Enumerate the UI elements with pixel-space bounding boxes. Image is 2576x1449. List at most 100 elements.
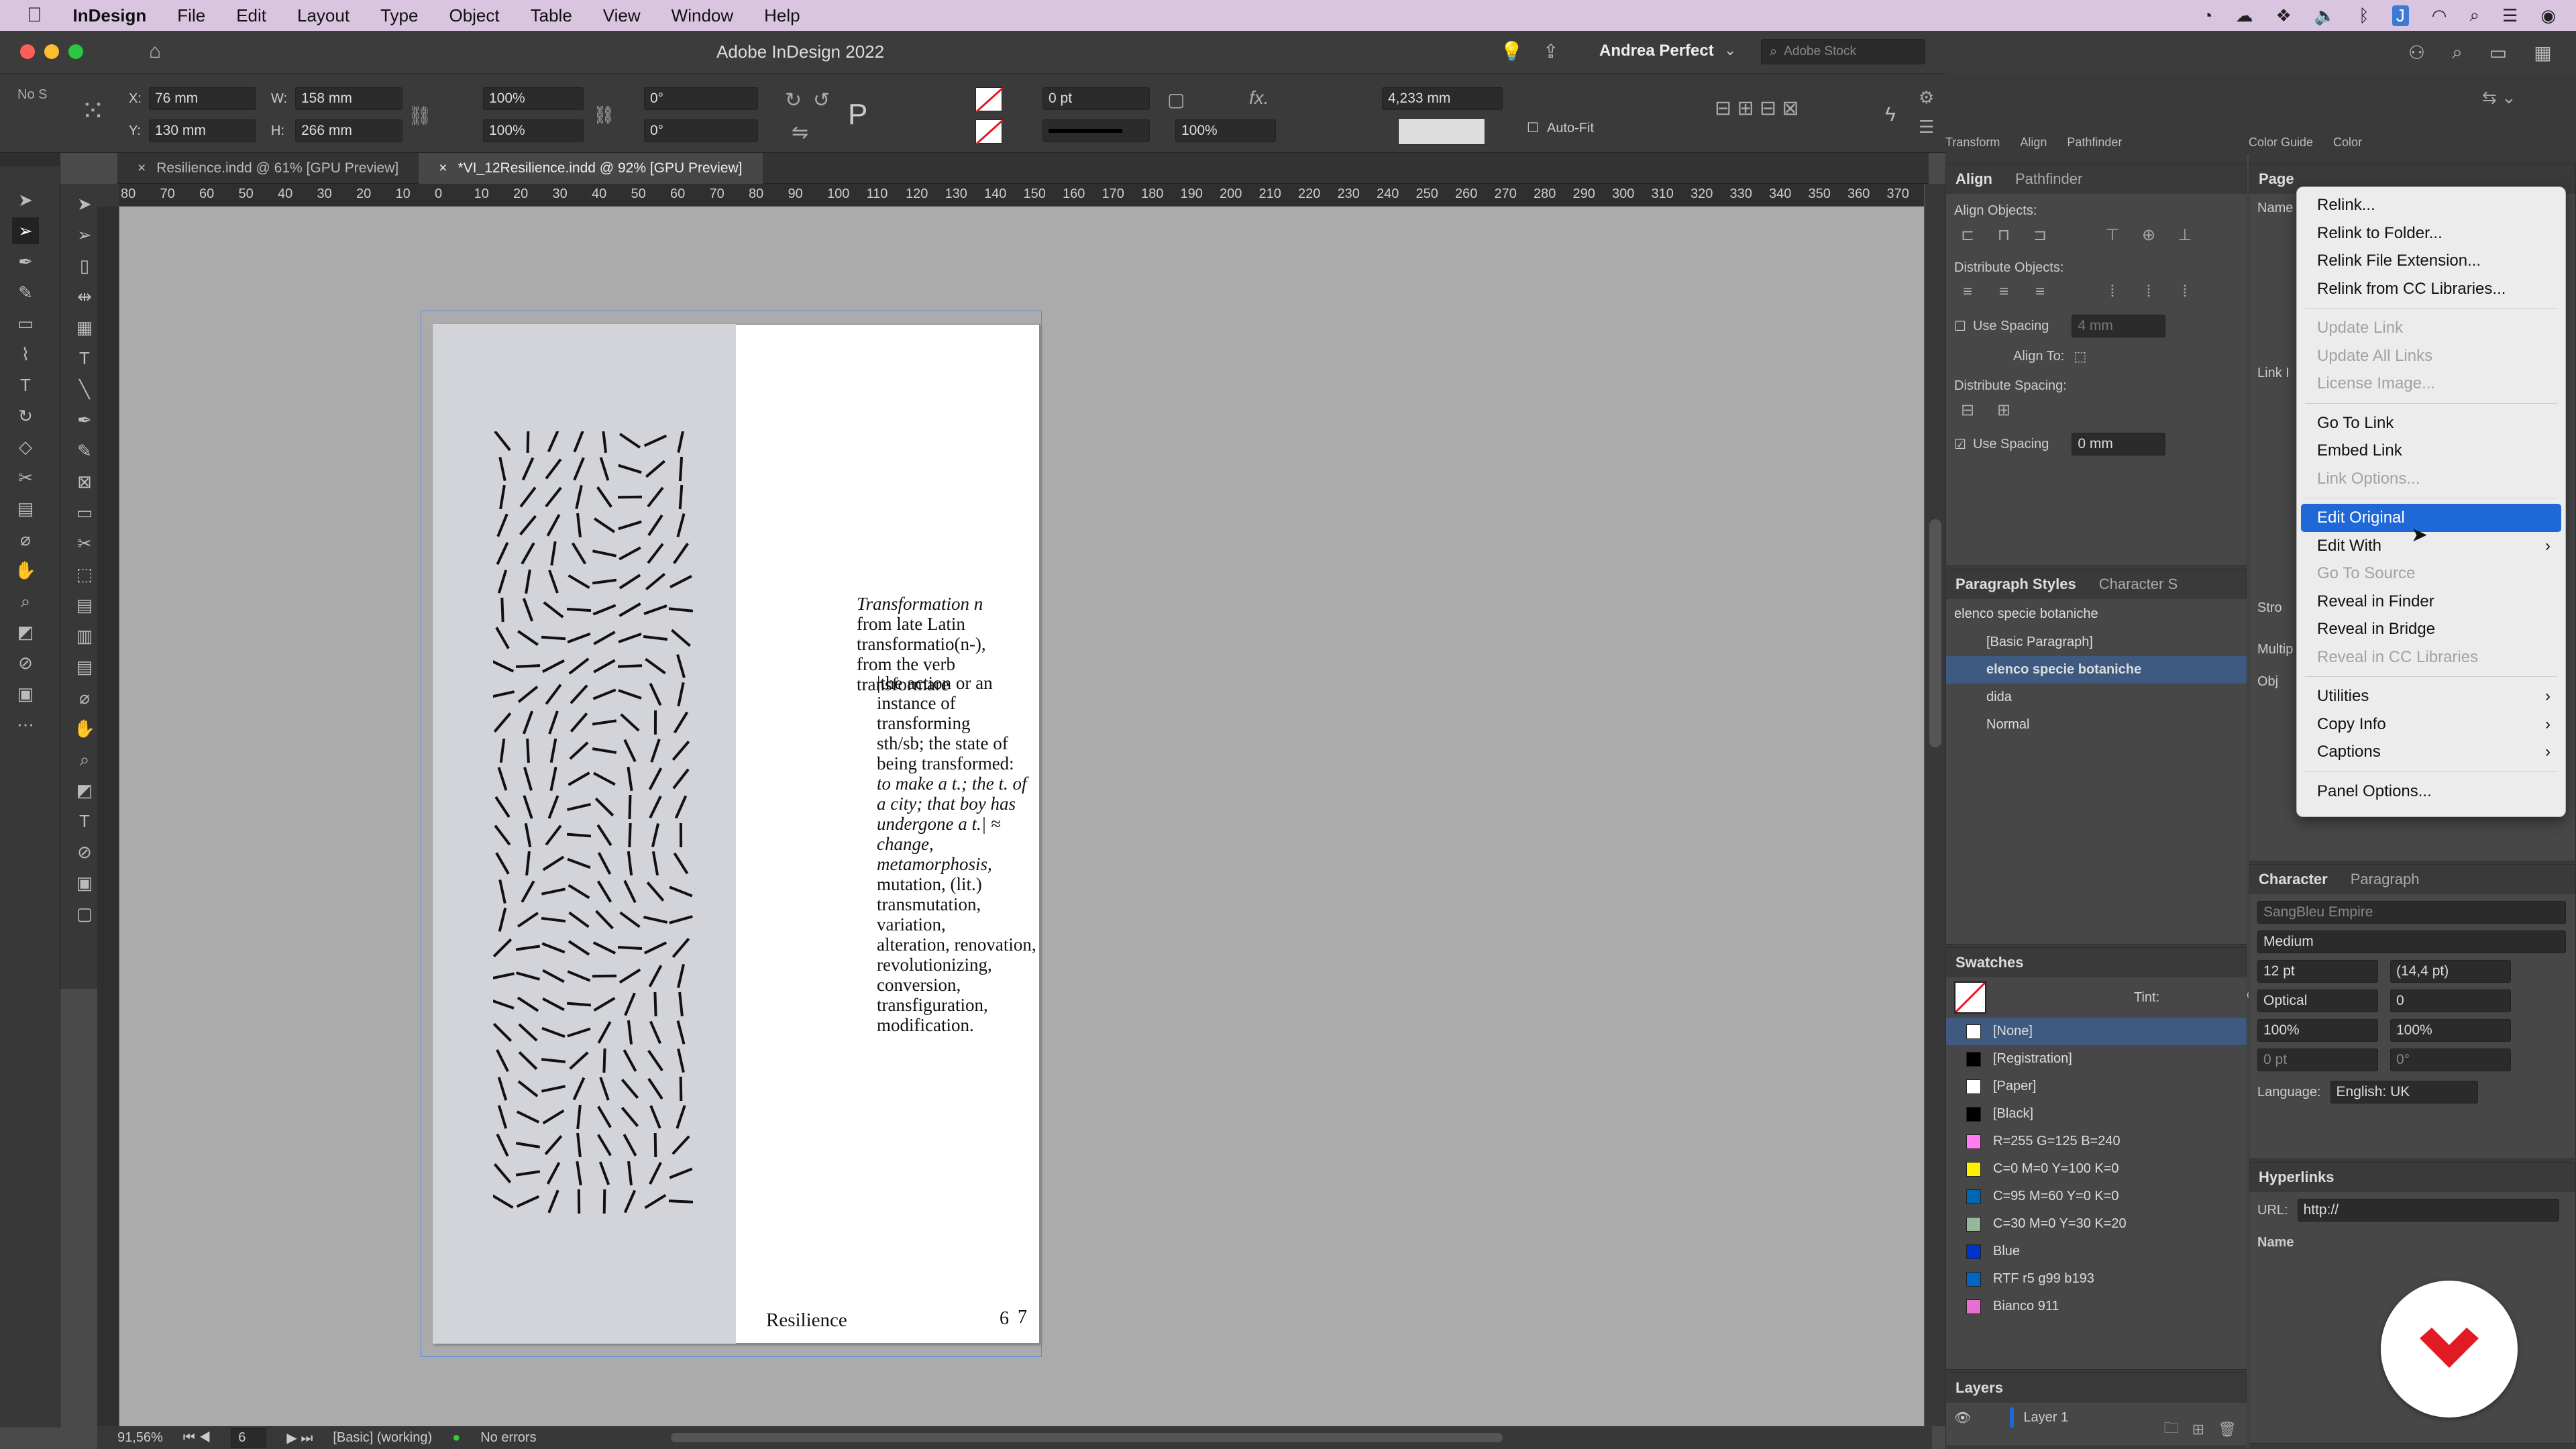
menu-item-captions[interactable]: Captions › [2301, 738, 2561, 766]
horizontal-scrollbar[interactable] [670, 1433, 1503, 1442]
gap-tool-icon[interactable]: ⇹ [71, 283, 98, 310]
align-to-select-icon[interactable]: ⬚ [2074, 348, 2086, 365]
line-pattern-graphic[interactable] [493, 431, 694, 1216]
stroke-weight-field[interactable]: 0 pt [1042, 87, 1150, 110]
baseline-shift-field[interactable]: 0 pt [2257, 1049, 2378, 1071]
font-family-field[interactable]: SangBleu Empire [2257, 901, 2566, 924]
stroke-swatch[interactable] [975, 119, 1004, 146]
menu-window[interactable]: Window [672, 5, 733, 26]
definition-body[interactable]: |the action or an instance of transformi… [877, 673, 1040, 1035]
apple-icon[interactable]:  [27, 4, 42, 27]
align-right-icon[interactable]: ⊐ [2027, 225, 2053, 247]
align-center-icon[interactable]: ⊓ [1990, 225, 2017, 247]
tab-resilience[interactable]: × Resilience.indd @ 61% [GPU Preview] [117, 153, 419, 184]
page-tool-icon[interactable]: ▯ [71, 252, 98, 279]
menu-item-relink-to-folder[interactable]: Relink to Folder... [2301, 219, 2561, 248]
distribute-hcenter-icon[interactable]: ⦙ [2135, 282, 2162, 304]
path-icon[interactable]: P [848, 98, 867, 131]
preflight-status[interactable]: No errors [480, 1430, 536, 1446]
app-icon[interactable]: J [2392, 5, 2409, 26]
w-field[interactable]: 158 mm [295, 87, 402, 110]
autofit-checkbox[interactable]: ☐ [1527, 119, 1539, 136]
page-nav-icons[interactable]: ⏮ ◀ [183, 1430, 211, 1446]
new-style-icon[interactable]: ⊞ [2192, 1421, 2204, 1438]
spotlight-icon[interactable]: ⌕ [2469, 5, 2479, 26]
use-spacing-checkbox-2[interactable]: ☑ [1954, 436, 1966, 453]
menu-item-embed-link[interactable]: Embed Link [2301, 437, 2561, 465]
tab-pages[interactable]: Page [2259, 170, 2294, 188]
leading-field[interactable]: (14,4 pt) [2390, 960, 2511, 983]
distribute-vspace-icon[interactable]: ⊟ [1954, 400, 1981, 422]
app-menu[interactable]: InDesign [73, 5, 147, 26]
align-left-icon[interactable]: ⊏ [1954, 225, 1981, 247]
rotate-field[interactable]: 0° [644, 87, 758, 110]
screen-mode-icon[interactable]: ▣ [12, 680, 39, 707]
h-field[interactable]: 266 mm [295, 119, 402, 142]
page-number-field[interactable]: 6 [231, 1428, 267, 1448]
siri-icon[interactable]: ◉ [2540, 5, 2556, 26]
apply-none-icon[interactable]: ⊘ [71, 839, 98, 865]
tab-vi-12-resilience[interactable]: × *VI_12Resilience.indd @ 92% [GPU Previe… [419, 152, 763, 184]
type-tool-icon[interactable]: T [12, 372, 39, 398]
stock-search[interactable]: ⌕ Adobe Stock [1761, 39, 1925, 64]
menu-object[interactable]: Object [449, 5, 499, 26]
x-field[interactable]: 76 mm [149, 87, 256, 110]
opacity-field[interactable]: 100% [1175, 119, 1276, 142]
close-icon[interactable]: × [138, 160, 146, 176]
search-icon[interactable]: ⌕ [2452, 42, 2463, 64]
hand-tool-icon[interactable]: ✋ [71, 715, 98, 742]
selection-tool-icon[interactable]: ➤ [12, 186, 39, 213]
scale-x-field[interactable]: 100% [483, 87, 584, 110]
distribute-top-icon[interactable]: ≡ [1954, 282, 1981, 304]
folder-icon[interactable]: 🗀 [2164, 1417, 2179, 1442]
rotate-cw-icon[interactable]: ↻ [785, 89, 802, 112]
free-transform-icon[interactable]: ⬚ [71, 561, 98, 588]
content-collector-icon[interactable]: ▦ [71, 314, 98, 341]
style-item[interactable]: Normal [1946, 711, 2247, 739]
zoom-button[interactable] [68, 44, 83, 59]
format-text-icon[interactable]: T [71, 808, 98, 835]
y-field[interactable]: 130 mm [149, 119, 256, 142]
left-page[interactable]: 6 [433, 324, 1009, 1344]
spacing-field-2[interactable]: 0 mm [2072, 433, 2166, 455]
swatch-item[interactable]: [None] [1946, 1018, 2247, 1045]
view-options-icon[interactable]: ⇆ ⌄ [2482, 87, 2516, 108]
creative-cloud-icon[interactable]: ☁ [2235, 5, 2253, 26]
fill-stroke-icon[interactable]: ◩ [71, 777, 98, 804]
menu-item-copy-info[interactable]: Copy Info › [2301, 710, 2561, 739]
align-bottom-icon[interactable]: ⊥ [2171, 225, 2198, 247]
bulb-icon[interactable]: 💡 [1500, 40, 1523, 62]
style-item[interactable]: [Basic Paragraph] [1946, 629, 2247, 656]
pen-tool-icon[interactable]: ✒ [12, 248, 39, 275]
frame-fitting-preview[interactable] [1398, 118, 1485, 145]
tab-character-styles[interactable]: Character S [2099, 576, 2178, 593]
menu-item-reveal-in-finder[interactable]: Reveal in Finder [2301, 588, 2561, 616]
close-button[interactable] [20, 44, 35, 59]
skew-field[interactable]: 0° [2390, 1049, 2511, 1071]
minimize-button[interactable] [44, 44, 59, 59]
distribute-hspace-icon[interactable]: ⊞ [1990, 400, 2017, 422]
link-icon[interactable]: ⛓ [593, 105, 615, 125]
tab-character[interactable]: Character [2259, 871, 2328, 888]
zoom-level[interactable]: 91,56% [117, 1430, 163, 1446]
direct-selection-tool-icon[interactable]: ➢ [71, 221, 98, 248]
wifi-icon[interactable]: ◠ [2432, 5, 2447, 26]
url-field[interactable]: http:// [2297, 1199, 2559, 1222]
close-icon[interactable]: × [439, 160, 447, 176]
control-center-icon[interactable]: ☰ [2502, 5, 2518, 26]
selection-tool-icon[interactable]: ➤ [71, 191, 98, 217]
menu-table[interactable]: Table [531, 5, 572, 26]
effects-icon[interactable]: ▢ [1167, 89, 1185, 111]
search-people-icon[interactable]: ⚇ [2408, 42, 2425, 64]
hand-tool-icon[interactable]: ✋ [12, 557, 39, 584]
menu-item-utilities[interactable]: Utilities › [2301, 682, 2561, 710]
menu-layout[interactable]: Layout [297, 5, 350, 26]
style-item-selected[interactable]: elenco specie botaniche [1946, 656, 2247, 684]
swatch-item[interactable]: Blue [1946, 1238, 2247, 1265]
swatch-item[interactable]: RTF r5 g99 b193 [1946, 1265, 2247, 1293]
gradient-feather-icon[interactable]: ▥ [71, 623, 98, 649]
trash-icon[interactable]: 🗑 [2218, 1421, 2237, 1438]
language-select[interactable]: English: UK [2330, 1081, 2478, 1104]
eraser-tool-icon[interactable]: ◇ [12, 433, 39, 460]
fx-icon[interactable]: fx. [1249, 87, 1269, 109]
